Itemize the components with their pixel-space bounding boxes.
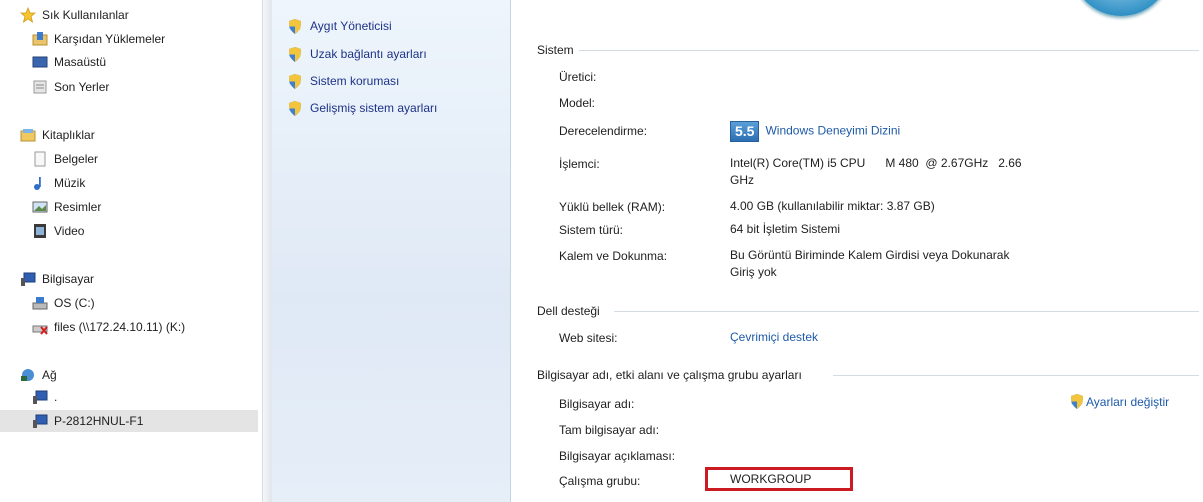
shield-icon <box>289 100 301 116</box>
tasks-pane: Aygıt Yöneticisi Uzak bağlantı ayarları … <box>272 0 511 502</box>
sidebar-item-label: Resimler <box>54 200 102 214</box>
processor-value-line: GHz <box>730 173 754 187</box>
online-support-link-text[interactable]: Çevrimiçi destek <box>730 330 818 344</box>
sidebar-item-pictures[interactable]: Resimler <box>32 196 101 218</box>
sidebar-item-label: Son Yerler <box>54 80 110 94</box>
pictures-icon <box>32 199 48 215</box>
rating-score-badge[interactable]: 5.5 <box>730 121 760 142</box>
windows-logo-graphic <box>1071 0 1171 16</box>
system-type-label: Sistem türü: <box>559 223 624 237</box>
pen-touch-value-line: Giriş yok <box>730 265 777 279</box>
sidebar-computer[interactable]: Bilgisayar <box>20 268 94 290</box>
sidebar-item-label: Müzik <box>54 176 86 190</box>
sidebar-item-videos[interactable]: Video <box>32 220 84 242</box>
sidebar-item-label: OS (C:) <box>54 296 95 310</box>
workgroup-value-highlight: WORKGROUP <box>705 467 853 491</box>
shield-icon <box>289 73 301 89</box>
sidebar-computer-label: Bilgisayar <box>42 272 95 286</box>
drive-icon <box>32 295 48 311</box>
sidebar-network[interactable]: Ağ <box>20 364 57 386</box>
sidebar-item-label: P-2812HNUL-F1 <box>54 414 144 428</box>
sidebar-item-label: files (\\172.24.10.11) (K:) <box>54 320 186 334</box>
ram-label: Yüklü bellek (RAM): <box>559 200 666 214</box>
documents-icon <box>32 151 48 167</box>
model-label: Model: <box>559 96 596 110</box>
website-label: Web sitesi: <box>559 331 618 345</box>
system-type-value: 64 bit İşletim Sistemi <box>730 222 841 236</box>
computer-icon <box>32 413 48 429</box>
sidebar-item-label: . <box>54 390 58 404</box>
full-computer-name-label: Tam bilgisayar adı: <box>559 423 660 437</box>
sidebar-libraries-label: Kitaplıklar <box>42 128 95 142</box>
system-properties-panel: Sistem Üretici: Model: Derecelendirme: 5… <box>511 0 1203 502</box>
computer-description-label: Bilgisayar açıklaması: <box>559 449 676 463</box>
change-settings-link[interactable]: Ayarları değiştir <box>1070 394 1169 409</box>
sidebar-item-label: Karşıdan Yüklemeler <box>54 32 166 46</box>
manufacturer-label: Üretici: <box>559 70 597 84</box>
star-icon <box>19 6 37 23</box>
sidebar-item-documents[interactable]: Belgeler <box>32 148 98 170</box>
section-divider <box>614 311 1199 312</box>
task-label: Gelişmiş sistem ayarları <box>310 101 438 115</box>
workgroup-value: WORKGROUP <box>730 472 812 486</box>
computer-name-label: Bilgisayar adı: <box>559 397 635 411</box>
rating-label: Derecelendirme: <box>559 124 648 138</box>
rating-value: 5.5 Windows Deneyimi Dizini <box>730 121 900 142</box>
desktop-icon <box>32 54 48 70</box>
shield-icon <box>289 46 301 62</box>
online-support-link[interactable]: Çevrimiçi destek <box>730 329 818 346</box>
navigation-pane: Sık Kullanılanlar Karşıdan Yüklemeler Ma… <box>0 0 262 502</box>
task-advanced-system-settings[interactable]: Gelişmiş sistem ayarları <box>288 98 437 118</box>
task-system-protection[interactable]: Sistem koruması <box>288 71 399 91</box>
section-title-computer-name: Bilgisayar adı, etki alanı ve çalışma gr… <box>537 368 802 382</box>
sidebar-favorites[interactable]: Sık Kullanılanlar <box>19 4 129 26</box>
pen-touch-value-line: Bu Görüntü Biriminde Kalem Girdisi veya … <box>730 248 1010 262</box>
sidebar-item-label: Masaüstü <box>54 55 107 69</box>
section-divider <box>833 375 1199 376</box>
sidebar-item-downloads[interactable]: Karşıdan Yüklemeler <box>32 28 165 50</box>
shield-icon <box>289 18 301 34</box>
sidebar-item-network-drive-k[interactable]: files (\\172.24.10.11) (K:) <box>32 316 185 338</box>
sidebar-item-desktop[interactable]: Masaüstü <box>32 51 106 73</box>
sidebar-network-label: Ağ <box>42 368 57 382</box>
sidebar-item-network-computer[interactable]: . <box>32 386 57 408</box>
computer-icon <box>32 389 48 405</box>
workgroup-label: Çalışma grubu: <box>559 474 641 488</box>
sidebar-libraries[interactable]: Kitaplıklar <box>20 124 95 146</box>
task-label: Uzak bağlantı ayarları <box>310 47 427 61</box>
shield-icon <box>1071 394 1083 409</box>
libraries-icon <box>20 127 36 143</box>
task-device-manager[interactable]: Aygıt Yöneticisi <box>288 16 392 36</box>
section-title-dell-support: Dell desteği <box>537 304 600 318</box>
processor-value: Intel(R) Core(TM) i5 CPU M 480 @ 2.67GHz… <box>730 155 1022 189</box>
computer-icon <box>20 271 36 287</box>
sidebar-item-recent-places[interactable]: Son Yerler <box>32 76 109 98</box>
task-label: Sistem koruması <box>310 74 400 88</box>
sidebar-item-music[interactable]: Müzik <box>32 172 85 194</box>
downloads-folder-icon <box>32 31 48 47</box>
sidebar-item-p-2812hnul-f1[interactable]: P-2812HNUL-F1 <box>0 410 258 432</box>
sidebar-item-label: Video <box>54 224 85 238</box>
video-icon <box>32 223 48 239</box>
pen-touch-label: Kalem ve Dokunma: <box>559 249 668 263</box>
pen-touch-value: Bu Görüntü Biriminde Kalem Girdisi veya … <box>730 247 1009 281</box>
music-icon <box>32 175 48 191</box>
change-settings-label[interactable]: Ayarları değiştir <box>1086 395 1169 409</box>
sidebar-item-drive-c[interactable]: OS (C:) <box>32 292 95 314</box>
windows-experience-index-link[interactable]: Windows Deneyimi Dizini <box>765 124 900 138</box>
task-remote-settings[interactable]: Uzak bağlantı ayarları <box>288 44 427 64</box>
section-divider <box>579 50 1199 51</box>
sidebar-favorites-label: Sık Kullanılanlar <box>42 8 129 22</box>
processor-value-line: Intel(R) Core(TM) i5 CPU M 480 @ 2.67GHz… <box>730 156 1022 170</box>
ram-value: 4.00 GB (kullanılabilir miktar: 3.87 GB) <box>730 199 935 213</box>
task-label: Aygıt Yöneticisi <box>310 19 392 33</box>
recent-places-icon <box>32 79 48 95</box>
processor-label: İşlemci: <box>559 157 600 171</box>
sidebar-item-label: Belgeler <box>54 152 99 166</box>
network-icon <box>20 367 36 383</box>
disconnected-network-drive-icon <box>32 319 48 335</box>
section-title-system: Sistem <box>537 43 574 57</box>
